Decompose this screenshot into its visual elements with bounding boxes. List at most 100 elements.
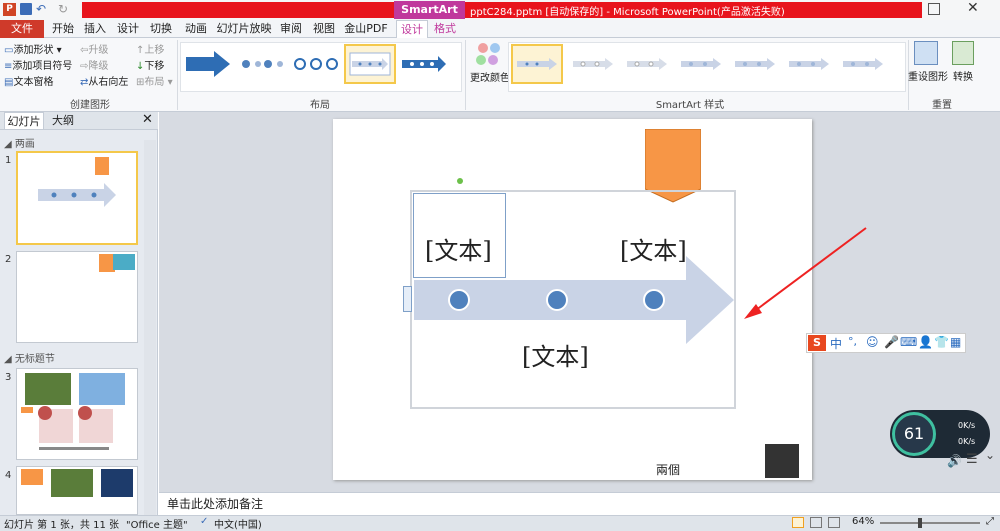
close-pane-icon[interactable]: ✕ [142,112,153,127]
tab-smartart-design[interactable]: 设计 [396,20,428,38]
section-header[interactable]: ◢ 两画 [4,135,35,150]
reading-view-icon[interactable] [828,517,840,528]
tab-kingsoft-pdf[interactable]: 金山PDF [342,20,390,38]
style-option[interactable] [837,44,889,84]
download-speed: 0K/s [958,437,976,446]
slide-thumbnail-2[interactable] [16,251,138,343]
slide-thumbnail-3[interactable] [16,368,138,460]
ime-punctuation[interactable]: °, [848,335,857,348]
slide-footer-text: 兩個 [656,463,681,477]
add-bullet-button[interactable]: ≡添加项目符号 [4,57,72,72]
reset-graphic-button[interactable]: 重设图形 [908,68,948,83]
tab-outline[interactable]: 大纲 [52,112,74,130]
tab-slides[interactable]: 幻灯片 [4,112,44,130]
red-arrow-annotation [740,226,870,322]
emoji-icon[interactable]: ☺ [866,335,879,349]
tab-home[interactable]: 开始 [48,20,78,38]
upload-speed: 0K/s [958,421,976,430]
tab-animations[interactable]: 动画 [179,20,213,38]
style-option[interactable] [783,44,835,84]
sogou-logo-icon[interactable]: S [808,335,826,351]
save-icon[interactable] [20,3,32,15]
window-title: pptC284.pptm [自动保存的] - Microsoft PowerPo… [470,7,785,18]
layout-button[interactable]: ⊞布局 ▾ [136,73,173,88]
media-thumbnail[interactable] [765,444,799,478]
change-colors-icon [474,40,504,71]
timeline-node-2[interactable] [546,289,568,311]
ribbon-separator [465,40,466,110]
zoom-level[interactable]: 64% [852,516,874,527]
layout-option-dots[interactable] [236,44,288,84]
keyboard-icon[interactable]: ⌨ [900,335,917,349]
fit-to-window-icon[interactable]: ⤢ [986,516,994,527]
style-option[interactable] [729,44,781,84]
memory-percent: 61 [892,412,936,456]
slide-thumbnail-4[interactable] [16,466,138,515]
timeline-node-1[interactable] [448,289,470,311]
restore-window-icon[interactable] [928,3,940,15]
text-pane-button[interactable]: ▤文本窗格 [4,73,53,88]
microphone-icon[interactable]: 🎤 [884,335,899,349]
timeline-node-3[interactable] [643,289,665,311]
powerpoint-logo-icon: P [3,3,16,16]
slide-thumbnail-1[interactable] [16,151,138,245]
zoom-slider-thumb[interactable] [918,518,922,528]
reset-graphic-icon [914,41,938,65]
user-icon[interactable]: 👤 [918,335,933,349]
chevron-down-icon[interactable]: ⌄ [985,448,995,462]
theme-status[interactable]: "Office 主题" [126,516,188,531]
text-placeholder-2[interactable]: [文本] [620,231,687,266]
tab-file[interactable]: 文件 [0,20,44,38]
change-colors-button[interactable]: 更改颜色 [470,69,510,84]
style-option[interactable] [675,44,727,84]
notes-input[interactable]: 单击此处添加备注 [159,492,1000,515]
convert-button[interactable]: 转换 [953,68,973,83]
speaker-icon[interactable]: 🔊 [947,454,962,468]
language-status[interactable]: 中文(中国) [214,516,262,531]
slide-number: 4 [5,470,12,481]
style-option[interactable] [621,44,673,84]
rotate-handle-icon[interactable] [457,178,463,184]
redo-icon[interactable]: ↻ [58,2,68,16]
tab-review[interactable]: 审阅 [276,20,306,38]
reset-group-label: 重置 [932,100,952,111]
layout-option-arrow[interactable] [182,44,234,84]
text-placeholder-3[interactable]: [文本] [522,337,589,372]
zoom-slider[interactable] [880,522,980,524]
slide-count-status: 幻灯片 第 1 张，共 11 张 [4,520,119,531]
move-down-button[interactable]: ↓下移 [136,57,164,72]
demote-button[interactable]: ⇨降级 [80,57,108,72]
right-to-left-button[interactable]: ⇄从右向左 [80,73,128,88]
text-pane-toggle[interactable] [403,286,412,312]
tab-design[interactable]: 设计 [113,20,143,38]
normal-view-icon[interactable] [792,517,804,528]
style-option[interactable] [567,44,619,84]
slides-pane-scrollbar[interactable] [144,140,156,515]
tab-view[interactable]: 视图 [309,20,339,38]
tab-insert[interactable]: 插入 [80,20,110,38]
style-option-selected[interactable] [511,44,563,84]
spell-check-icon[interactable]: ✓ [200,516,208,527]
close-window-icon[interactable]: ✕ [967,0,979,16]
tab-slideshow[interactable]: 幻灯片放映 [216,20,272,38]
tab-smartart-format[interactable]: 格式 [428,20,462,38]
convert-icon [952,41,974,65]
toolbox-icon[interactable]: ▦ [950,335,961,349]
layout-option-circles[interactable] [290,44,342,84]
layout-option-arrow-dots[interactable] [398,44,450,84]
layout-option-selected[interactable] [344,44,396,84]
undo-icon[interactable]: ↶ [36,2,46,16]
ime-chinese-mode[interactable]: 中 [830,335,842,352]
section-header[interactable]: ◢ 无标题节 [4,350,55,365]
add-shape-button[interactable]: ▭添加形状 ▾ [4,41,62,56]
slide-number: 3 [5,372,12,383]
slide-sorter-icon[interactable] [810,517,822,528]
menu-icon[interactable]: ☰ [966,452,978,467]
tab-transitions[interactable]: 切换 [146,20,176,38]
move-up-button[interactable]: ↑上移 [136,41,164,56]
promote-button[interactable]: ⇦升级 [80,41,108,56]
text-placeholder-1[interactable]: [文本] [425,231,492,266]
smartart-styles-group-label: SmartArt 样式 [655,100,725,111]
skin-icon[interactable]: 👕 [934,335,949,349]
slide-number: 1 [5,155,12,166]
